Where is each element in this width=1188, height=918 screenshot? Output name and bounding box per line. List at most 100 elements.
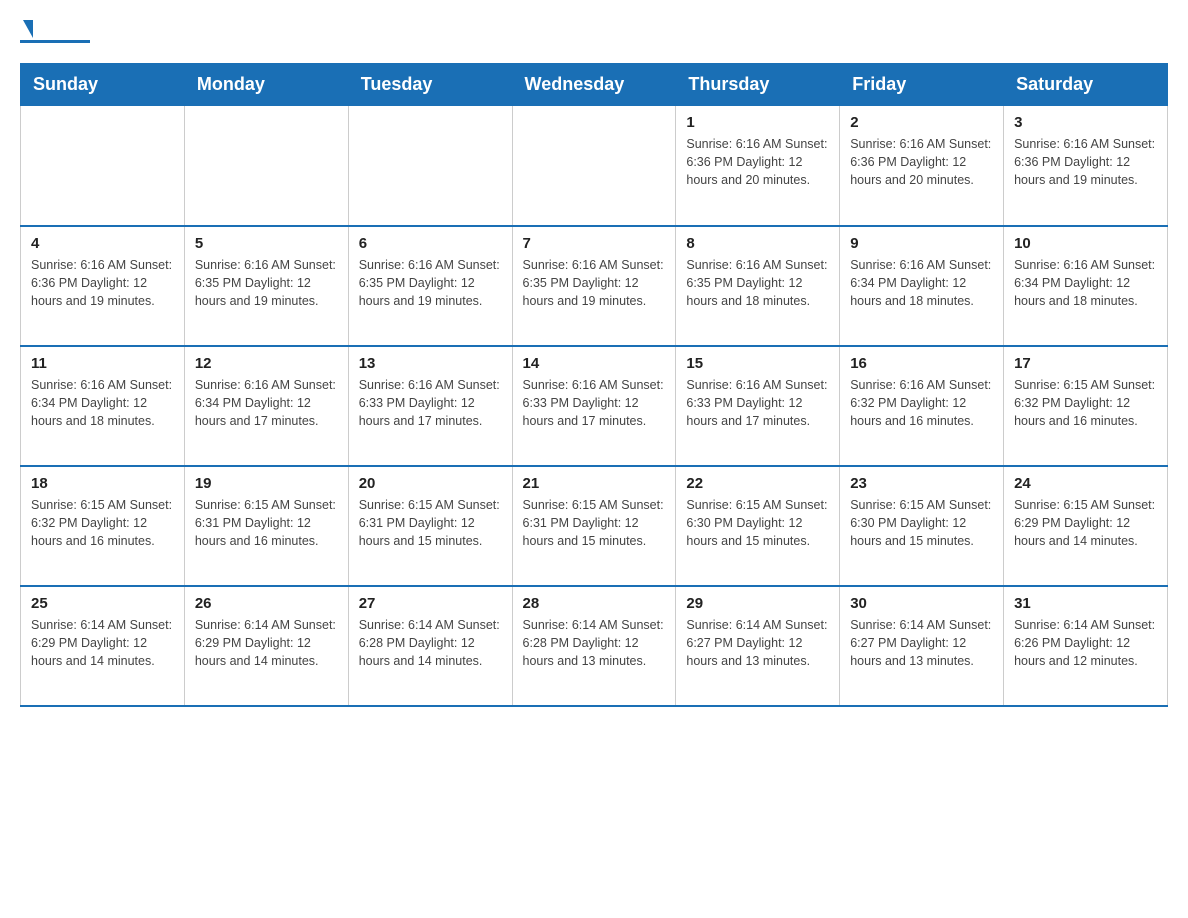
day-number: 22 <box>686 475 829 492</box>
table-row: 3 Sunrise: 6:16 AM Sunset: 6:36 PM Daylig… <box>1004 106 1168 226</box>
day-number: 25 <box>31 595 174 612</box>
day-info: Sunrise: 6:16 AM Sunset: 6:35 PM Dayligh… <box>359 256 502 310</box>
table-row: 17 Sunrise: 6:15 AM Sunset: 6:32 PM Dayli… <box>1004 346 1168 466</box>
day-info: Sunrise: 6:14 AM Sunset: 6:28 PM Dayligh… <box>523 616 666 670</box>
day-number: 27 <box>359 595 502 612</box>
calendar-week-row: 18Sunrise: 6:15 AM Sunset: 6:32 PM Dayli… <box>21 466 1168 586</box>
day-info: Sunrise: 6:16 AM Sunset: 6:34 PM Dayligh… <box>1014 256 1157 310</box>
col-tuesday: Tuesday <box>348 64 512 106</box>
table-row: 30 Sunrise: 6:14 AM Sunset: 6:27 PM Dayli… <box>840 586 1004 706</box>
day-number: 14 <box>523 355 666 372</box>
table-row: 21 Sunrise: 6:15 AM Sunset: 6:31 PM Dayli… <box>512 466 676 586</box>
day-info: Sunrise: 6:16 AM Sunset: 6:35 PM Dayligh… <box>686 256 829 310</box>
col-thursday: Thursday <box>676 64 840 106</box>
logo <box>20 20 90 43</box>
table-row: 28 Sunrise: 6:14 AM Sunset: 6:28 PM Dayli… <box>512 586 676 706</box>
day-number: 16 <box>850 355 993 372</box>
day-info: Sunrise: 6:15 AM Sunset: 6:30 PM Dayligh… <box>686 496 829 550</box>
calendar-table: Sunday Monday Tuesday Wednesday Thursday… <box>20 63 1168 707</box>
day-info: Sunrise: 6:14 AM Sunset: 6:28 PM Dayligh… <box>359 616 502 670</box>
day-number: 23 <box>850 475 993 492</box>
table-row: 31Sunrise: 6:14 AM Sunset: 6:26 PM Dayli… <box>1004 586 1168 706</box>
col-sunday: Sunday <box>21 64 185 106</box>
day-number: 4 <box>31 235 174 252</box>
day-number: 15 <box>686 355 829 372</box>
logo-triangle-icon <box>23 20 33 38</box>
day-number: 13 <box>359 355 502 372</box>
day-number: 29 <box>686 595 829 612</box>
table-row: 12 Sunrise: 6:16 AM Sunset: 6:34 PM Dayli… <box>184 346 348 466</box>
col-friday: Friday <box>840 64 1004 106</box>
table-row: 29Sunrise: 6:14 AM Sunset: 6:27 PM Dayli… <box>676 586 840 706</box>
page-header <box>20 20 1168 43</box>
day-number: 26 <box>195 595 338 612</box>
table-row <box>21 106 185 226</box>
table-row: 6 Sunrise: 6:16 AM Sunset: 6:35 PM Daylig… <box>348 226 512 346</box>
day-number: 10 <box>1014 235 1157 252</box>
day-number: 8 <box>686 235 829 252</box>
table-row: 24 Sunrise: 6:15 AM Sunset: 6:29 PM Dayli… <box>1004 466 1168 586</box>
table-row: 18Sunrise: 6:15 AM Sunset: 6:32 PM Dayli… <box>21 466 185 586</box>
day-info: Sunrise: 6:15 AM Sunset: 6:32 PM Dayligh… <box>1014 376 1157 430</box>
col-saturday: Saturday <box>1004 64 1168 106</box>
day-number: 18 <box>31 475 174 492</box>
day-number: 1 <box>686 114 829 131</box>
day-info: Sunrise: 6:16 AM Sunset: 6:36 PM Dayligh… <box>850 135 993 189</box>
logo-divider <box>20 40 90 43</box>
table-row: 8 Sunrise: 6:16 AM Sunset: 6:35 PM Daylig… <box>676 226 840 346</box>
day-info: Sunrise: 6:14 AM Sunset: 6:27 PM Dayligh… <box>850 616 993 670</box>
table-row <box>184 106 348 226</box>
calendar-week-row: 4 Sunrise: 6:16 AM Sunset: 6:36 PM Daylig… <box>21 226 1168 346</box>
table-row: 14Sunrise: 6:16 AM Sunset: 6:33 PM Dayli… <box>512 346 676 466</box>
calendar-header-row: Sunday Monday Tuesday Wednesday Thursday… <box>21 64 1168 106</box>
day-number: 17 <box>1014 355 1157 372</box>
table-row: 16 Sunrise: 6:16 AM Sunset: 6:32 PM Dayli… <box>840 346 1004 466</box>
table-row: 22 Sunrise: 6:15 AM Sunset: 6:30 PM Dayli… <box>676 466 840 586</box>
day-info: Sunrise: 6:16 AM Sunset: 6:34 PM Dayligh… <box>850 256 993 310</box>
calendar-week-row: 25 Sunrise: 6:14 AM Sunset: 6:29 PM Dayli… <box>21 586 1168 706</box>
table-row: 11Sunrise: 6:16 AM Sunset: 6:34 PM Dayli… <box>21 346 185 466</box>
table-row: 26 Sunrise: 6:14 AM Sunset: 6:29 PM Dayli… <box>184 586 348 706</box>
day-info: Sunrise: 6:14 AM Sunset: 6:29 PM Dayligh… <box>195 616 338 670</box>
day-info: Sunrise: 6:16 AM Sunset: 6:33 PM Dayligh… <box>686 376 829 430</box>
table-row: 10 Sunrise: 6:16 AM Sunset: 6:34 PM Dayli… <box>1004 226 1168 346</box>
calendar-week-row: 11 Sunrise: 6:16 AM Sunset: 6:34 PM Dayli… <box>21 346 1168 466</box>
table-row: 13 Sunrise: 6:16 AM Sunset: 6:33 PM Dayli… <box>348 346 512 466</box>
day-info: Sunrise: 6:16 AM Sunset: 6:34 PM Dayligh… <box>195 376 338 430</box>
day-number: 12 <box>195 355 338 372</box>
calendar-week-row: 1 Sunrise: 6:16 AM Sunset: 6:36 PM Daylig… <box>21 106 1168 226</box>
day-info: Sunrise: 6:16 AM Sunset: 6:32 PM Dayligh… <box>850 376 993 430</box>
day-number: 9 <box>850 235 993 252</box>
table-row: 2Sunrise: 6:16 AM Sunset: 6:36 PM Daylig… <box>840 106 1004 226</box>
day-info: Sunrise: 6:16 AM Sunset: 6:35 PM Dayligh… <box>195 256 338 310</box>
day-number: 30 <box>850 595 993 612</box>
table-row <box>512 106 676 226</box>
day-number: 3 <box>1014 114 1157 131</box>
table-row: 15 Sunrise: 6:16 AM Sunset: 6:33 PM Dayli… <box>676 346 840 466</box>
day-number: 28 <box>523 595 666 612</box>
col-monday: Monday <box>184 64 348 106</box>
table-row: 25Sunrise: 6:14 AM Sunset: 6:29 PM Dayli… <box>21 586 185 706</box>
table-row <box>348 106 512 226</box>
day-number: 11 <box>31 355 174 372</box>
col-wednesday: Wednesday <box>512 64 676 106</box>
day-info: Sunrise: 6:16 AM Sunset: 6:33 PM Dayligh… <box>359 376 502 430</box>
day-info: Sunrise: 6:15 AM Sunset: 6:30 PM Dayligh… <box>850 496 993 550</box>
day-info: Sunrise: 6:16 AM Sunset: 6:35 PM Dayligh… <box>523 256 666 310</box>
day-number: 24 <box>1014 475 1157 492</box>
table-row: 7Sunrise: 6:16 AM Sunset: 6:35 PM Daylig… <box>512 226 676 346</box>
table-row: 1Sunrise: 6:16 AM Sunset: 6:36 PM Daylig… <box>676 106 840 226</box>
table-row: 23 Sunrise: 6:15 AM Sunset: 6:30 PM Dayli… <box>840 466 1004 586</box>
day-number: 6 <box>359 235 502 252</box>
table-row: 4 Sunrise: 6:16 AM Sunset: 6:36 PM Daylig… <box>21 226 185 346</box>
day-info: Sunrise: 6:16 AM Sunset: 6:36 PM Dayligh… <box>31 256 174 310</box>
table-row: 5Sunrise: 6:16 AM Sunset: 6:35 PM Daylig… <box>184 226 348 346</box>
day-info: Sunrise: 6:16 AM Sunset: 6:36 PM Dayligh… <box>1014 135 1157 189</box>
day-info: Sunrise: 6:15 AM Sunset: 6:31 PM Dayligh… <box>523 496 666 550</box>
day-number: 21 <box>523 475 666 492</box>
day-number: 20 <box>359 475 502 492</box>
day-info: Sunrise: 6:14 AM Sunset: 6:26 PM Dayligh… <box>1014 616 1157 670</box>
day-number: 19 <box>195 475 338 492</box>
day-info: Sunrise: 6:15 AM Sunset: 6:29 PM Dayligh… <box>1014 496 1157 550</box>
table-row: 19Sunrise: 6:15 AM Sunset: 6:31 PM Dayli… <box>184 466 348 586</box>
